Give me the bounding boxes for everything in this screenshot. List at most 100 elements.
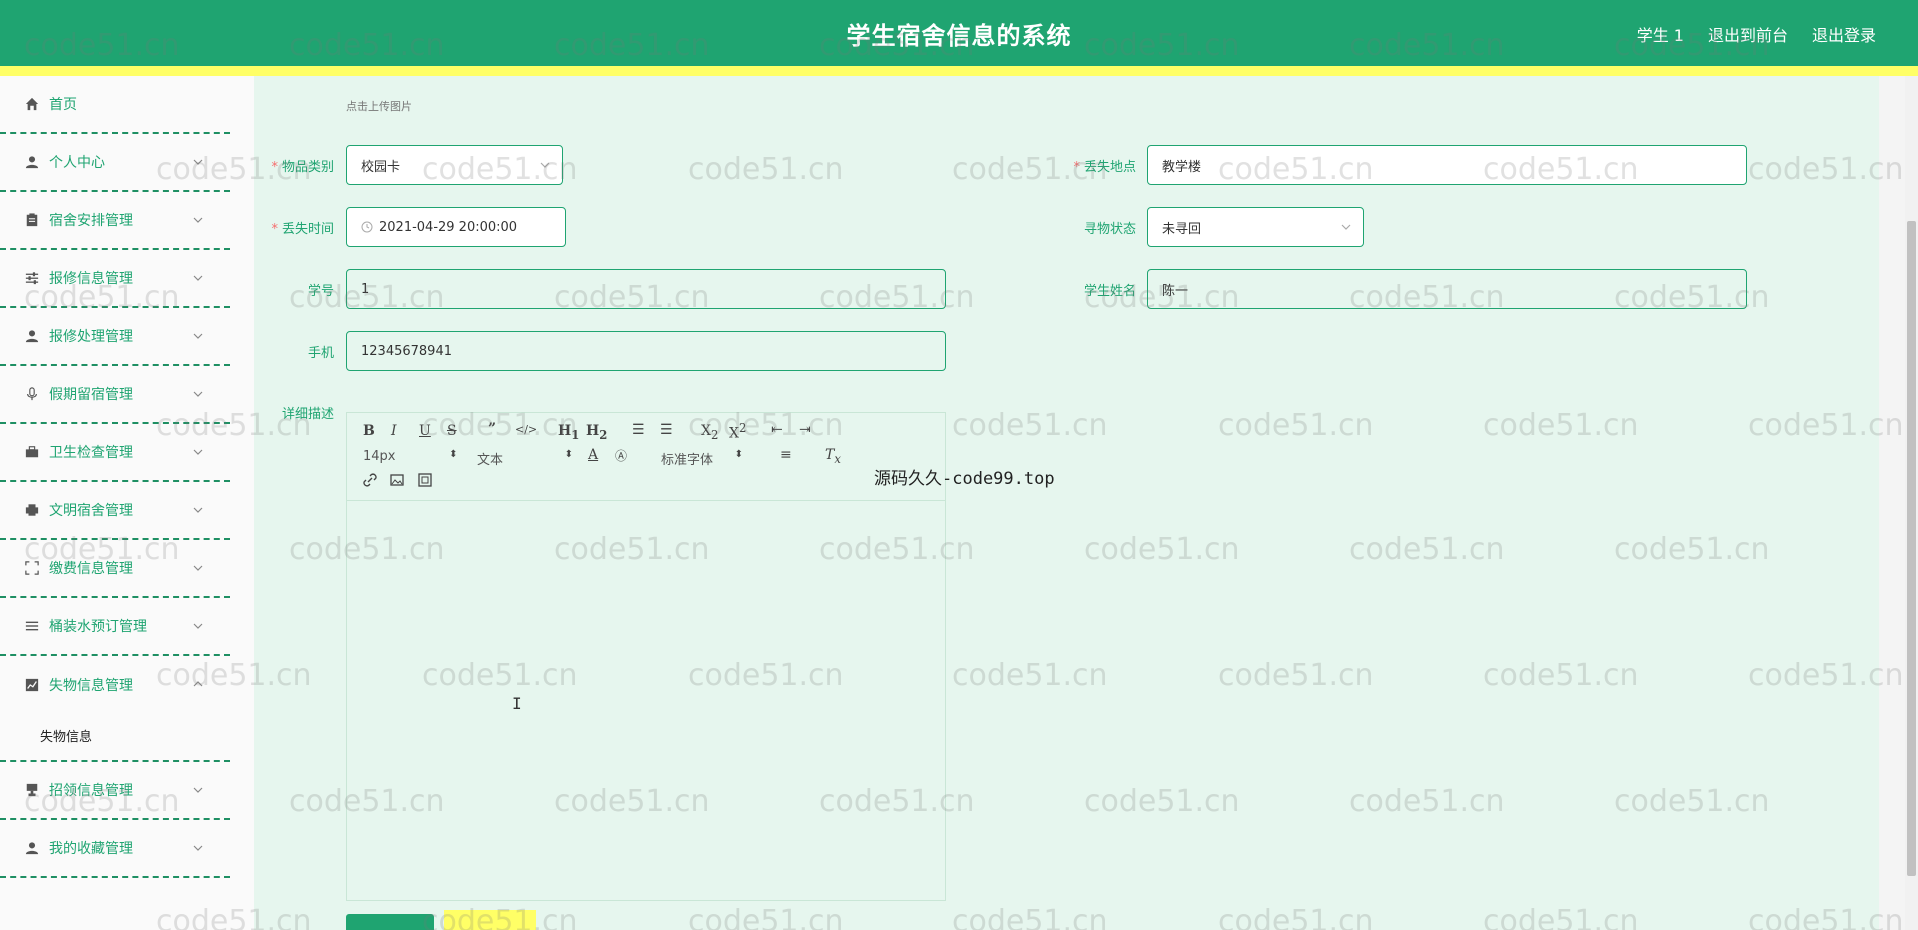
category-label: * 物品类别 [271,160,334,175]
chevron-down-icon [193,507,203,513]
sidebar-item-lost-items[interactable]: 失物信息管理 [0,656,230,714]
lost-time-label: * 丢失时间 [271,222,334,237]
phone-input[interactable]: 12345678941 [346,331,946,371]
heading2-button[interactable]: H2 [586,423,607,442]
submit-button[interactable] [346,914,434,930]
image-icon[interactable] [390,473,404,487]
video-icon[interactable] [418,473,432,487]
editor-content-area[interactable] [347,502,945,900]
sidebar-item-label: 卫生检查管理 [49,445,133,461]
sidebar-item-civilized-dorm[interactable]: 文明宿舍管理 [0,482,230,540]
font-size-select[interactable]: 14px ⬍ [363,449,458,464]
sidebar-item-repair-info[interactable]: 报修信息管理 [0,250,230,308]
chevron-down-icon [193,391,203,397]
user-icon [24,840,40,856]
sidebar-item-water-order[interactable]: 桶装水预订管理 [0,598,230,656]
sidebar-item-home[interactable]: 首页 [0,76,230,134]
sidebar-item-label: 桶装水预订管理 [49,619,147,635]
blockquote-button[interactable]: ” [488,421,496,437]
indent-button[interactable]: ⇥ [799,422,811,438]
clipboard-icon [24,212,40,228]
chevron-down-icon [193,159,203,165]
sidebar-item-label: 文明宿舍管理 [49,503,133,519]
background-color-button[interactable]: Ⓐ [615,447,627,464]
subscript-button[interactable]: X2 [701,423,718,442]
lost-time-value: 2021-04-29 20:00:00 [379,219,518,235]
chevron-down-icon [193,565,203,571]
sidebar-item-label: 个人中心 [49,155,105,171]
chevron-down-icon [540,162,550,168]
font-family-select[interactable]: 标准字体 ⬍ [661,449,743,468]
align-button[interactable]: ≡ [780,447,792,463]
sidebar-item-hygiene-check[interactable]: 卫生检查管理 [0,424,230,482]
sidebar-item-label: 我的收藏管理 [49,841,133,857]
strike-button[interactable]: S [447,423,457,439]
current-user-link[interactable]: 学生 1 [1637,22,1684,46]
description-label: 详细描述 [281,407,334,422]
scrollbar-thumb[interactable] [1907,221,1916,876]
superscript-button[interactable]: X2 [729,421,746,442]
student-id-label: 学号 [307,284,334,299]
ordered-list-button[interactable]: ☰ [632,422,645,438]
link-icon[interactable] [363,473,377,487]
italic-button[interactable]: I [391,423,397,439]
bold-button[interactable]: B [363,423,375,439]
sidebar-item-label: 假期留宿管理 [49,387,133,403]
text-type-select[interactable]: 文本 ⬍ [477,449,573,468]
outdent-button[interactable]: ⇤ [771,422,783,438]
underline-button[interactable]: U [419,423,431,439]
chevron-down-icon [193,333,203,339]
briefcase-icon [24,444,40,460]
student-name-input[interactable]: 陈一 [1147,269,1747,309]
location-input[interactable]: 教学楼 [1147,145,1747,185]
header-stripe [0,66,1918,76]
page-scrollbar[interactable] [1905,76,1918,930]
sidebar-item-payment-info[interactable]: 缴费信息管理 [0,540,230,598]
sidebar-item-label: 失物信息管理 [49,678,133,694]
submenu-item-lost-info[interactable]: 失物信息 [0,710,230,762]
phone-value: 12345678941 [361,343,452,359]
category-select[interactable]: 校园卡 [346,145,563,185]
status-select[interactable]: 未寻回 [1147,207,1364,247]
sidebar-item-repair-handling[interactable]: 报修处理管理 [0,308,230,366]
home-icon [24,96,40,112]
sliders-icon [24,270,40,286]
student-id-input[interactable]: 1 [346,269,946,309]
chevron-down-icon [1341,224,1351,230]
bullet-list-button[interactable]: ☰ [660,422,673,438]
logout-link[interactable]: 退出登录 [1812,22,1876,46]
sidebar-item-personal-center[interactable]: 个人中心 [0,134,230,192]
sidebar-item-label: 缴费信息管理 [49,561,133,577]
sidebar: 首页 个人中心 宿舍安排管理 报修信息管理 报修处理管理 假期留宿管理 卫生检查… [0,76,254,930]
sidebar-item-found-items[interactable]: 招领信息管理 [0,762,230,820]
printer-icon [24,502,40,518]
sidebar-item-label: 报修信息管理 [49,271,133,287]
heading1-button[interactable]: H1 [558,423,579,442]
overlay-text: 源码久久-code99.top [874,469,1055,489]
student-name-label: 学生姓名 [1083,284,1136,299]
microphone-icon [24,386,40,402]
phone-label: 手机 [307,346,334,361]
trophy-icon [24,782,40,798]
clear-format-button[interactable]: Tx [825,447,841,466]
sidebar-item-my-favorites[interactable]: 我的收藏管理 [0,820,230,878]
location-label: * 丢失地点 [1073,160,1136,175]
sidebar-item-label: 招领信息管理 [49,783,133,799]
status-value: 未寻回 [1162,221,1202,237]
font-color-button[interactable]: A [588,447,598,463]
sidebar-item-holiday-stay[interactable]: 假期留宿管理 [0,366,230,424]
chevron-down-icon [193,623,203,629]
sidebar-item-dorm-arrangement[interactable]: 宿舍安排管理 [0,192,230,250]
top-header: 学生宿舍信息的系统 学生 1 退出到前台 退出登录 [0,0,1918,66]
back-to-frontend-link[interactable]: 退出到前台 [1708,22,1788,46]
upload-hint[interactable]: 点击上传图片 [346,98,412,114]
code-block-button[interactable]: </> [515,423,537,436]
chevron-down-icon [193,217,203,223]
student-id-value: 1 [361,281,370,297]
chevron-down-icon [193,845,203,851]
list-icon [24,618,40,634]
user-icon [24,154,40,170]
student-name-value: 陈一 [1162,283,1189,299]
lost-time-picker[interactable]: 2021-04-29 20:00:00 [346,207,566,247]
app-title: 学生宿舍信息的系统 [846,22,1072,50]
